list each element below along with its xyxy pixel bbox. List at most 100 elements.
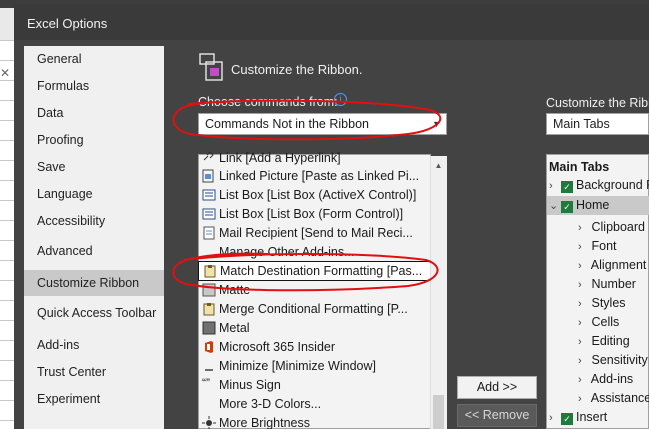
tree-item-font[interactable]: › Font bbox=[578, 237, 617, 256]
chevron-right-icon[interactable]: › bbox=[578, 295, 588, 313]
chevron-right-icon[interactable]: › bbox=[578, 219, 588, 237]
metal-icon bbox=[202, 321, 216, 335]
tree-item-insert[interactable]: › ✓ Insert bbox=[549, 408, 607, 427]
chevron-right-icon[interactable]: › bbox=[578, 314, 588, 332]
list-item[interactable]: Linked Picture [Paste as Linked Pi... bbox=[198, 167, 431, 186]
nav-item-proofing[interactable]: Proofing bbox=[24, 127, 164, 153]
info-icon[interactable]: i bbox=[334, 93, 347, 106]
list-item-label: More Brightness bbox=[219, 416, 311, 429]
nav-item-general[interactable]: General bbox=[24, 46, 164, 72]
clipboard-icon bbox=[203, 303, 215, 316]
customize-ribbon-label: Customize the Ribb bbox=[546, 96, 649, 110]
list-item-label: Match Destination Formatting [Pas... bbox=[220, 264, 423, 278]
list-item-label: Merge Conditional Formatting [P... bbox=[219, 302, 408, 316]
nav-item-customize-ribbon[interactable]: Customize Ribbon bbox=[24, 270, 164, 296]
scroll-thumb[interactable] bbox=[433, 395, 444, 429]
nav-item-add-ins[interactable]: Add-ins bbox=[24, 332, 164, 358]
scroll-up-icon[interactable]: ▲ bbox=[430, 158, 447, 174]
tree-item-label: Background R bbox=[576, 178, 649, 192]
list-item[interactable]: Matte bbox=[198, 281, 431, 300]
title-bar bbox=[14, 4, 649, 40]
chevron-right-icon[interactable]: › bbox=[578, 257, 588, 275]
chevron-right-icon[interactable]: › bbox=[578, 371, 588, 389]
minimize-icon bbox=[205, 369, 213, 371]
list-item-label: Link [Add a Hyperlink] bbox=[219, 151, 341, 165]
list-item-label: Metal bbox=[219, 321, 250, 335]
tree-item-label: Sensitivity bbox=[591, 353, 648, 367]
tree-item-editing[interactable]: › Editing bbox=[578, 332, 630, 351]
page-title: Customize the Ribbon. bbox=[231, 62, 363, 77]
nav-item-save[interactable]: Save bbox=[24, 154, 164, 180]
list-item-label: Minimize [Minimize Window] bbox=[219, 359, 376, 373]
tree-item-cells[interactable]: › Cells bbox=[578, 313, 619, 332]
chevron-right-icon[interactable]: › bbox=[578, 238, 588, 256]
list-item[interactable]: List Box [List Box (ActiveX Control)] bbox=[198, 186, 431, 205]
list-item[interactable]: List Box [List Box (Form Control)] bbox=[198, 205, 431, 224]
office-icon bbox=[205, 341, 213, 353]
tree-item-background-removal[interactable]: › ✓ Background R bbox=[549, 176, 649, 195]
mail-icon bbox=[203, 226, 215, 240]
remove-button[interactable]: << Remove bbox=[457, 404, 537, 427]
list-item[interactable]: Metal bbox=[198, 319, 431, 338]
chevron-right-icon[interactable]: › bbox=[549, 409, 559, 427]
list-item-label: More 3-D Colors... bbox=[219, 397, 322, 411]
customize-ribbon-icon bbox=[199, 53, 223, 81]
list-item-label: Minus Sign bbox=[219, 378, 281, 392]
list-item-label: Manage Other Add-ins... bbox=[219, 245, 355, 259]
tree-item-sensitivity[interactable]: › Sensitivity bbox=[578, 351, 648, 370]
tree-item-label: Number bbox=[591, 277, 636, 291]
tree-item-add-ins[interactable]: › Add-ins bbox=[578, 370, 633, 389]
list-item[interactable]: More Brightness bbox=[198, 414, 431, 429]
choose-commands-label: Choose commands from: bbox=[198, 95, 338, 109]
customize-ribbon-dropdown[interactable]: Main Tabs bbox=[546, 113, 649, 135]
nav-item-experiment[interactable]: Experiment bbox=[24, 386, 164, 412]
checkbox-checked-icon[interactable]: ✓ bbox=[561, 181, 573, 193]
close-icon[interactable]: ✕ bbox=[0, 66, 14, 82]
chevron-right-icon[interactable]: › bbox=[578, 352, 588, 370]
list-item[interactable]: Minimize [Minimize Window] bbox=[198, 357, 431, 376]
list-item[interactable]: Manage Other Add-ins... bbox=[198, 243, 431, 262]
chevron-right-icon[interactable]: › bbox=[578, 390, 588, 408]
chevron-right-icon[interactable]: › bbox=[549, 177, 559, 195]
brightness-icon bbox=[202, 416, 216, 429]
list-item[interactable]: More 3-D Colors... bbox=[198, 395, 431, 414]
tree-item-assistance[interactable]: › Assistance bbox=[578, 389, 649, 408]
list-item-label: Microsoft 365 Insider bbox=[219, 340, 336, 354]
nav-item-trust-center[interactable]: Trust Center bbox=[24, 359, 164, 385]
excel-grid bbox=[0, 40, 14, 429]
tree-item-label: Font bbox=[591, 239, 617, 253]
checkbox-checked-icon[interactable]: ✓ bbox=[561, 201, 573, 213]
tree-item-label: Cells bbox=[591, 315, 620, 329]
tree-item-label: Assistance bbox=[590, 391, 649, 405]
nav-item-language[interactable]: Language bbox=[24, 181, 164, 207]
list-item[interactable]: Microsoft 365 Insider bbox=[198, 338, 431, 357]
list-item[interactable]: “” Minus Sign bbox=[198, 376, 431, 395]
nav-item-advanced[interactable]: Advanced bbox=[24, 238, 164, 264]
nav-item-data[interactable]: Data bbox=[24, 100, 164, 126]
choose-commands-dropdown[interactable]: Commands Not in the Ribbon ▼ bbox=[198, 113, 447, 135]
tree-item-home[interactable]: ⌄ ✓ Home bbox=[547, 196, 649, 215]
list-item[interactable]: Link [Add a Hyperlink] bbox=[198, 149, 431, 168]
nav-item-accessibility[interactable]: Accessibility bbox=[24, 208, 164, 234]
checkbox-checked-icon[interactable]: ✓ bbox=[561, 413, 573, 425]
commands-scrollbar[interactable] bbox=[430, 156, 447, 429]
list-item-selected[interactable]: Match Destination Formatting [Pas... bbox=[198, 261, 431, 281]
list-item[interactable]: Merge Conditional Formatting [P... bbox=[198, 300, 431, 319]
list-item-label: List Box [List Box (ActiveX Control)] bbox=[219, 188, 417, 202]
add-button[interactable]: Add >> bbox=[457, 376, 537, 399]
list-item-label: Linked Picture [Paste as Linked Pi... bbox=[219, 169, 420, 183]
list-item[interactable]: Mail Recipient [Send to Mail Reci... bbox=[198, 224, 431, 243]
nav-item-quick-access-toolbar[interactable]: Quick Access Toolbar bbox=[24, 300, 164, 326]
chevron-down-icon[interactable]: ⌄ bbox=[549, 197, 559, 215]
tree-item-clipboard[interactable]: › Clipboard bbox=[578, 218, 645, 237]
tree-header: Main Tabs bbox=[549, 160, 610, 174]
tree-item-alignment[interactable]: › Alignment bbox=[578, 256, 646, 275]
tree-item-styles[interactable]: › Styles bbox=[578, 294, 626, 313]
list-item-label: Matte bbox=[219, 283, 251, 297]
tree-item-number[interactable]: › Number bbox=[578, 275, 636, 294]
link-icon bbox=[203, 151, 214, 161]
nav-item-formulas[interactable]: Formulas bbox=[24, 73, 164, 99]
chevron-down-icon: ▼ bbox=[432, 119, 441, 129]
chevron-right-icon[interactable]: › bbox=[578, 333, 588, 351]
chevron-right-icon[interactable]: › bbox=[578, 276, 588, 294]
